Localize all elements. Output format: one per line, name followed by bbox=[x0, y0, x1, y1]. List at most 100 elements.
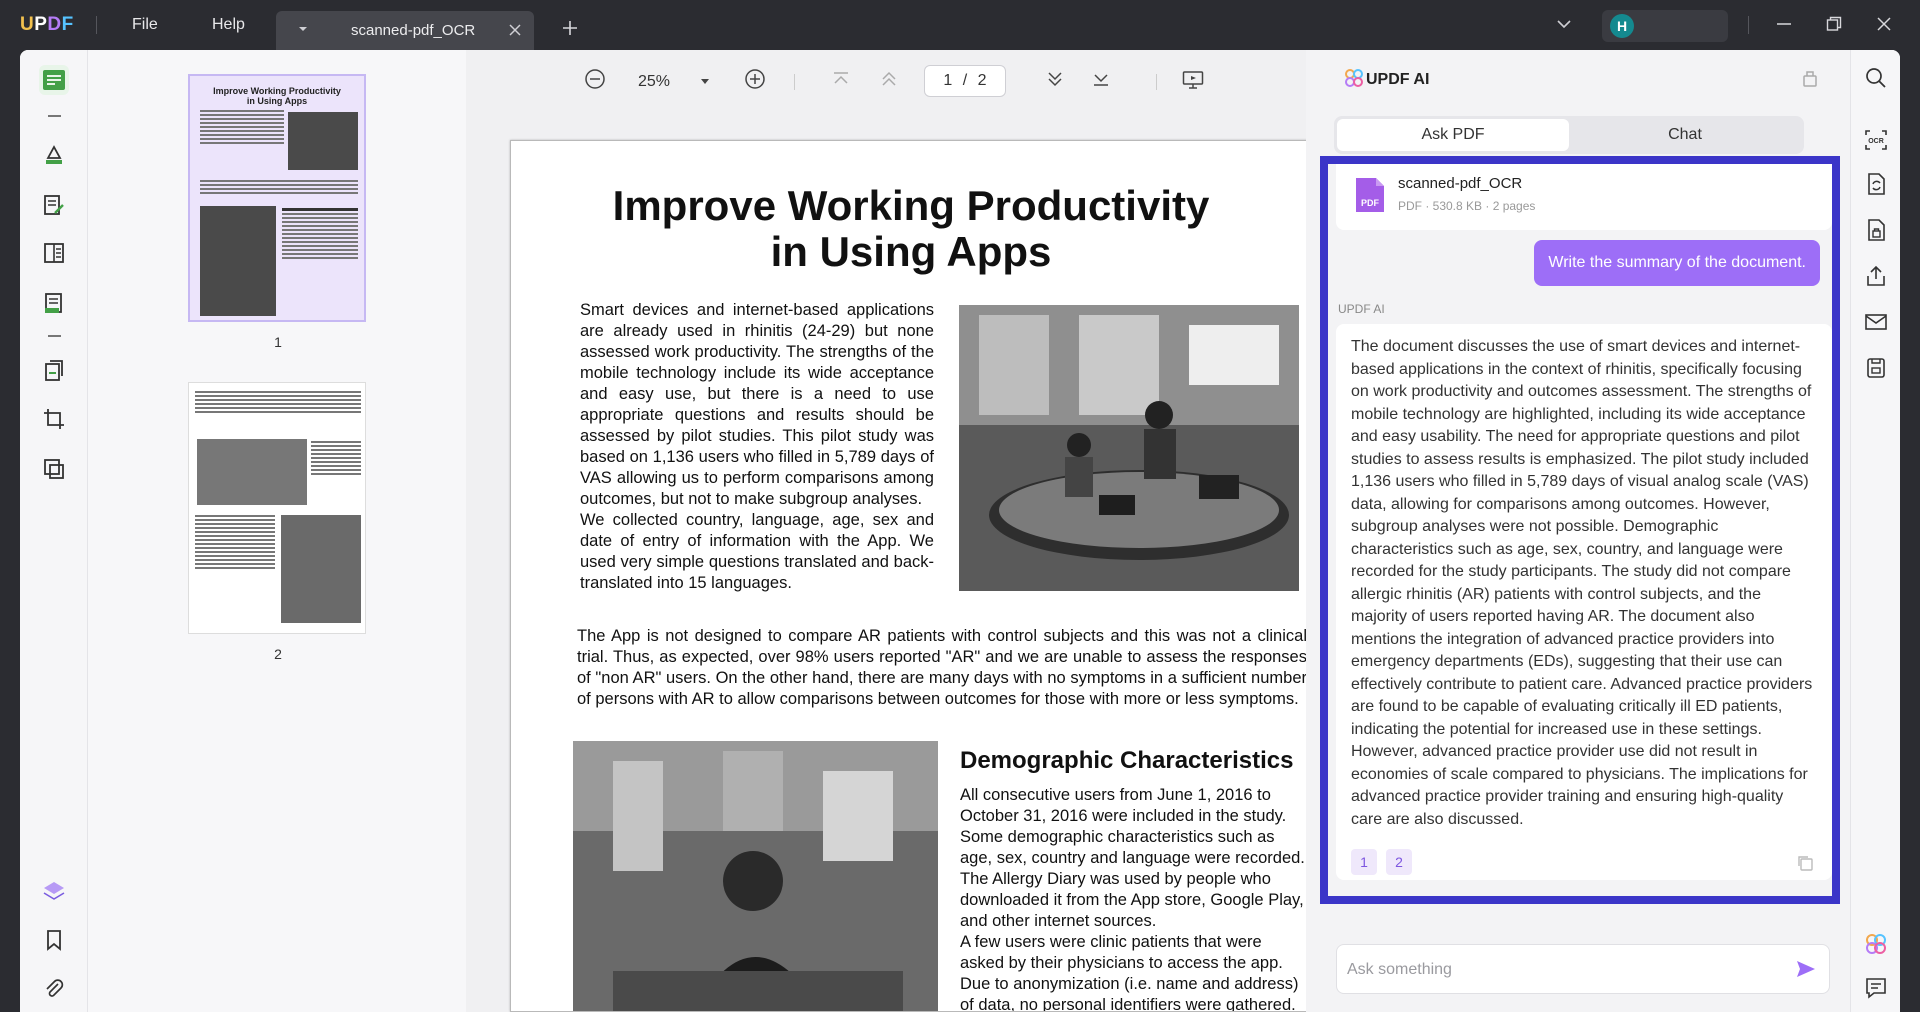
ai-answer-text: The document discusses the use of smart … bbox=[1351, 338, 1813, 828]
tab-chat[interactable]: Chat bbox=[1569, 119, 1801, 151]
tab-title: scanned-pdf_OCR bbox=[351, 22, 476, 39]
left-tool-rail bbox=[20, 50, 88, 1012]
copy-icon[interactable] bbox=[1796, 854, 1814, 872]
ai-answer: The document discusses the use of smart … bbox=[1336, 324, 1832, 880]
next-page-icon[interactable] bbox=[1046, 70, 1064, 88]
previous-page-icon[interactable] bbox=[880, 70, 898, 88]
ai-mode-tabs: Ask PDF Chat bbox=[1334, 116, 1804, 154]
thumb-text-block bbox=[195, 515, 275, 571]
thumb-title: Improve Working Productivity in Using App… bbox=[213, 86, 341, 106]
attachment-icon[interactable] bbox=[39, 974, 69, 1004]
thumb-text-block bbox=[195, 391, 361, 415]
zoom-out-icon[interactable] bbox=[584, 68, 606, 90]
divider bbox=[48, 335, 61, 337]
chevron-down-icon[interactable] bbox=[1556, 18, 1572, 30]
svg-text:PDF: PDF bbox=[1361, 198, 1380, 208]
document-area: 25% 1 / 2 Improve Working Productivity i… bbox=[466, 50, 1314, 1012]
conversation-highlight: PDF scanned-pdf_OCR PDF · 530.8 KB · 2 p… bbox=[1320, 156, 1840, 904]
new-tab-plus-icon[interactable] bbox=[562, 20, 578, 36]
page-thumbnail-1[interactable]: Improve Working Productivity in Using App… bbox=[188, 74, 366, 322]
user-account-button[interactable]: H bbox=[1602, 10, 1728, 42]
thumb-photo bbox=[197, 439, 307, 505]
ai-icon[interactable] bbox=[1864, 932, 1888, 956]
page-separator: / bbox=[962, 72, 968, 89]
paragraph-app: The App is not designed to compare AR pa… bbox=[577, 627, 1307, 708]
close-window-icon[interactable] bbox=[1876, 16, 1892, 32]
file-card: PDF scanned-pdf_OCR PDF · 530.8 KB · 2 p… bbox=[1336, 164, 1832, 230]
page-number-input[interactable]: 1 / 2 bbox=[924, 65, 1006, 97]
document-tab[interactable]: scanned-pdf_OCR bbox=[276, 11, 534, 50]
share-icon[interactable] bbox=[1864, 264, 1888, 288]
email-icon[interactable] bbox=[1864, 310, 1888, 334]
updf-ai-logo-icon bbox=[1344, 68, 1364, 88]
thumb-photo bbox=[288, 112, 358, 170]
thumb-photo bbox=[281, 515, 361, 623]
file-name: scanned-pdf_OCR bbox=[1398, 175, 1523, 192]
updf-logo[interactable]: UPDF bbox=[20, 14, 74, 36]
page-thumbnail-2[interactable] bbox=[188, 382, 366, 634]
total-pages: 2 bbox=[977, 72, 987, 89]
comment-icon[interactable] bbox=[1864, 976, 1888, 1000]
ask-box bbox=[1336, 944, 1830, 994]
menu-file[interactable]: File bbox=[132, 16, 158, 34]
thumb-text-block bbox=[311, 441, 361, 477]
page-reference-1[interactable]: 1 bbox=[1351, 849, 1377, 875]
user-message: Write the summary of the document. bbox=[1534, 240, 1820, 286]
divider bbox=[794, 74, 795, 90]
current-page: 1 bbox=[943, 72, 953, 89]
pages-icon[interactable] bbox=[39, 356, 69, 386]
person-photo bbox=[573, 741, 938, 1011]
close-tab-icon[interactable] bbox=[508, 23, 522, 37]
menu-help[interactable]: Help bbox=[212, 16, 245, 34]
divider bbox=[1156, 74, 1157, 90]
organize-icon[interactable] bbox=[39, 288, 69, 318]
svg-text:OCR: OCR bbox=[1868, 138, 1884, 145]
layers-icon[interactable] bbox=[39, 876, 69, 906]
zoom-dropdown-icon[interactable] bbox=[700, 78, 710, 86]
divider bbox=[96, 16, 97, 34]
last-page-icon[interactable] bbox=[1092, 70, 1110, 88]
thumbnail-panel: Improve Working Productivity in Using App… bbox=[88, 50, 466, 1012]
convert-icon[interactable] bbox=[1864, 172, 1888, 196]
meeting-photo bbox=[959, 305, 1299, 591]
highlighter-icon[interactable] bbox=[39, 140, 69, 170]
thumb-text-block bbox=[200, 110, 284, 146]
document-title: Improve Working Productivity in Using Ap… bbox=[612, 182, 1210, 275]
thumb-photo bbox=[200, 206, 276, 316]
bookmark-icon[interactable] bbox=[39, 925, 69, 955]
ask-input[interactable] bbox=[1347, 957, 1767, 983]
page-reference-2[interactable]: 2 bbox=[1386, 849, 1412, 875]
compress-icon[interactable] bbox=[39, 454, 69, 484]
ocr-icon[interactable]: OCR bbox=[1864, 128, 1888, 152]
thumb-text-block bbox=[282, 208, 358, 261]
divider bbox=[1748, 16, 1749, 34]
right-tool-rail: OCR bbox=[1850, 50, 1900, 1012]
send-icon[interactable] bbox=[1795, 959, 1817, 979]
clear-chat-icon[interactable] bbox=[1802, 68, 1818, 88]
minimize-icon[interactable] bbox=[1776, 16, 1792, 32]
protect-icon[interactable] bbox=[1864, 218, 1888, 242]
pdf-file-icon: PDF bbox=[1354, 176, 1386, 214]
tab-dropdown-icon[interactable] bbox=[298, 24, 308, 34]
pdf-page-1[interactable]: Improve Working Productivity in Using Ap… bbox=[510, 140, 1314, 1012]
file-meta: PDF · 530.8 KB · 2 pages bbox=[1398, 199, 1536, 213]
restore-icon[interactable] bbox=[1826, 16, 1842, 32]
presentation-icon[interactable] bbox=[1182, 70, 1204, 90]
zoom-in-icon[interactable] bbox=[744, 68, 766, 90]
thumb-text-block bbox=[200, 180, 358, 196]
save-icon[interactable] bbox=[1864, 356, 1888, 380]
zoom-level[interactable]: 25% bbox=[638, 73, 670, 91]
edit-text-icon[interactable] bbox=[39, 190, 69, 220]
divider bbox=[48, 115, 61, 117]
ai-panel: UPDF AI Ask PDF Chat PDF scanned-pdf_OCR… bbox=[1306, 50, 1850, 1012]
reader-icon[interactable] bbox=[39, 65, 69, 95]
tab-ask-pdf[interactable]: Ask PDF bbox=[1337, 119, 1569, 151]
ai-sender-label: UPDF AI bbox=[1338, 302, 1385, 316]
search-icon[interactable] bbox=[1864, 66, 1888, 90]
first-page-icon[interactable] bbox=[832, 70, 850, 88]
crop-icon[interactable] bbox=[39, 404, 69, 434]
thumbnail-label: 1 bbox=[274, 334, 282, 350]
paragraph-demographics: All consecutive users from June 1, 2016 … bbox=[960, 786, 1305, 1012]
form-icon[interactable] bbox=[39, 238, 69, 268]
ai-panel-title: UPDF AI bbox=[1366, 71, 1430, 88]
